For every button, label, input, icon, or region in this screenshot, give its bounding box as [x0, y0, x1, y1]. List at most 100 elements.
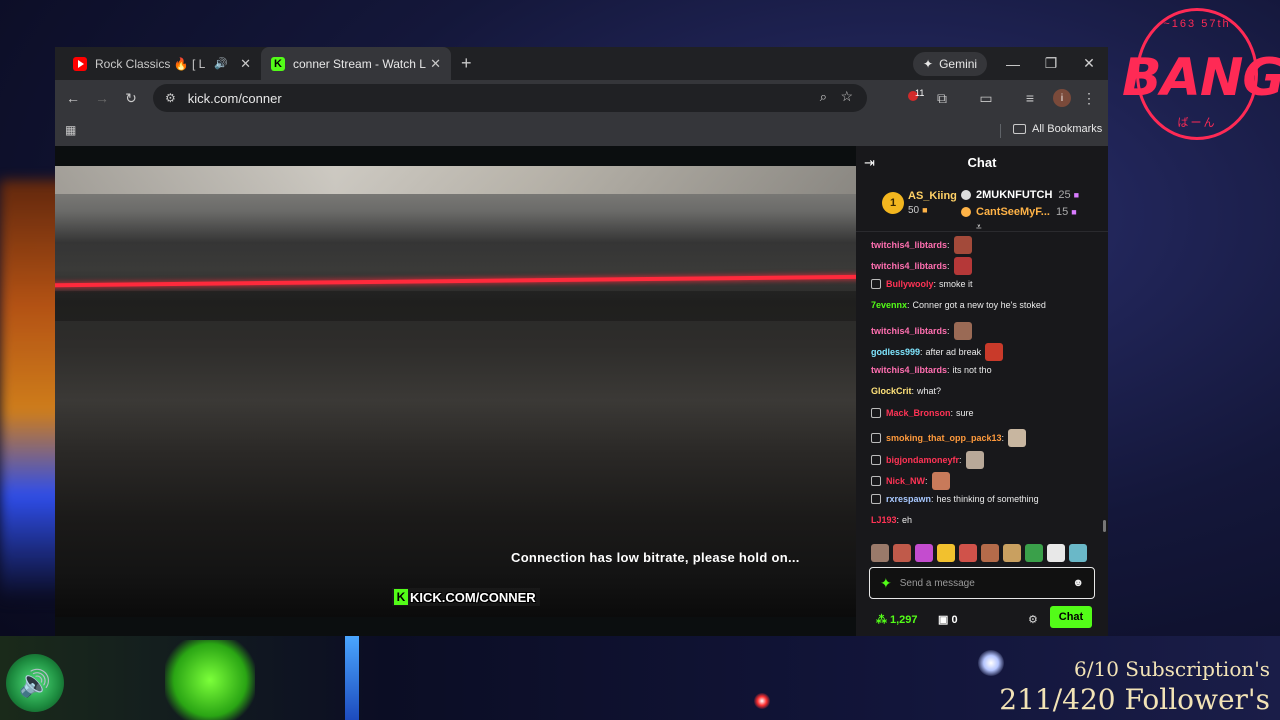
- gemini-icon: ✦: [923, 57, 934, 71]
- chat-username[interactable]: twitchis4_libtards: [871, 365, 947, 375]
- emote-icon[interactable]: [1047, 544, 1065, 562]
- follower-goal: 211/420 Follower's: [999, 683, 1270, 716]
- apps-grid-icon[interactable]: ▦: [65, 123, 76, 137]
- emote-icon[interactable]: [981, 544, 999, 562]
- leader-second-name: 2MUKNFUTCH: [976, 189, 1053, 201]
- emote-icon[interactable]: [871, 544, 889, 562]
- chat-username[interactable]: Mack_Bronson: [886, 408, 951, 418]
- media-controls-icon[interactable]: ≡: [1018, 86, 1042, 110]
- emote-icon[interactable]: [1025, 544, 1043, 562]
- gift-icon: ■: [1073, 190, 1080, 200]
- chat-username[interactable]: Nick_NW: [886, 476, 925, 486]
- bookmark-star-icon[interactable]: ☆: [840, 88, 853, 105]
- leader-second[interactable]: 2MUKNFUTCH 25 ■: [961, 189, 1079, 201]
- video-scene-red-stripe: [55, 274, 856, 288]
- sparkle-icon[interactable]: ✦: [880, 575, 892, 592]
- chat-username[interactable]: twitchis4_libtards: [871, 261, 947, 271]
- leader-third-count: 15: [1055, 206, 1069, 218]
- emoji-icon[interactable]: ☻: [1072, 577, 1084, 589]
- chat-title: Chat: [967, 155, 997, 170]
- emote-icon[interactable]: [893, 544, 911, 562]
- chat-message: GlockCrit: what?: [871, 386, 941, 396]
- chat-username[interactable]: Bullywooly: [886, 279, 934, 289]
- tab-title: conner Stream - Watch Live on: [293, 56, 426, 71]
- kick-icon: K: [394, 589, 408, 605]
- bookmarks-separator: [1000, 124, 1001, 138]
- extension-badge: 11: [915, 88, 925, 98]
- address-bar[interactable]: ⚙ kick.com/conner ⌕ ☆: [153, 84, 867, 112]
- chat-username[interactable]: bigjondamoneyfr: [886, 455, 959, 465]
- emote-icon[interactable]: [937, 544, 955, 562]
- chat-username[interactable]: smoking_that_opp_pack13: [886, 433, 1002, 443]
- chat-separator: :: [947, 326, 950, 336]
- video-player[interactable]: Connection has low bitrate, please hold …: [55, 166, 856, 617]
- gemini-button[interactable]: ✦ Gemini: [913, 52, 988, 76]
- chat-header: ⇥ Chat: [856, 146, 1108, 180]
- logo-text: BANG: [1122, 48, 1280, 108]
- send-chat-button[interactable]: Chat: [1050, 606, 1092, 628]
- tab-bar: Rock Classics 🔥 [ LIVE ] Ti 🔊 ✕ K conner…: [55, 47, 1108, 80]
- leader-first-name[interactable]: AS_Kiing: [908, 190, 957, 202]
- reload-icon[interactable]: ↻: [119, 86, 143, 110]
- chat-message: Nick_NW:: [871, 472, 950, 490]
- chat-panel: ⇥ Chat 1 AS_Kiing 50 ■ 2MUKNFUTCH 25 ■ Can…: [856, 146, 1108, 636]
- profile-avatar[interactable]: i: [1053, 89, 1071, 107]
- logo-top-text: ~163 57th: [1163, 18, 1231, 30]
- chat-username[interactable]: twitchis4_libtards: [871, 326, 947, 336]
- chat-message: LJ193: eh: [871, 515, 912, 525]
- emote-icon[interactable]: [1069, 544, 1087, 562]
- chat-message: twitchis4_libtards: its not tho: [871, 365, 992, 375]
- logo-bottom-text: ばーん: [1177, 117, 1217, 129]
- maximize-icon[interactable]: ❐: [1032, 47, 1070, 80]
- chat-composer: ✦ ☻: [869, 567, 1095, 599]
- chat-text: Conner got a new toy he's stoked: [912, 300, 1046, 310]
- subscriber-badge-icon: [871, 476, 881, 486]
- chat-scrollbar[interactable]: [1103, 520, 1106, 532]
- video-scene-band: [55, 291, 856, 321]
- chat-username[interactable]: rxrespawn: [886, 494, 931, 504]
- chat-settings-icon[interactable]: ⚙: [1028, 613, 1038, 626]
- chat-username[interactable]: twitchis4_libtards: [871, 240, 947, 250]
- expand-leaderboard-icon[interactable]: ⩡: [976, 222, 982, 233]
- forward-icon[interactable]: →: [90, 86, 114, 110]
- close-window-icon[interactable]: ✕: [1070, 47, 1108, 80]
- chat-separator: :: [931, 494, 934, 504]
- chat-input[interactable]: [899, 577, 1050, 589]
- chat-text: what?: [917, 386, 942, 396]
- speaker-icon: 🔊: [6, 654, 64, 712]
- minimize-icon[interactable]: —: [994, 47, 1032, 80]
- emote-icon[interactable]: [959, 544, 977, 562]
- chat-username[interactable]: godless999: [871, 347, 920, 357]
- tab-conner-stream[interactable]: K conner Stream - Watch Live on ✕: [261, 47, 451, 80]
- extensions-icon[interactable]: ⧉: [930, 86, 954, 110]
- chat-username[interactable]: LJ193: [871, 515, 897, 525]
- emote-icon[interactable]: [1003, 544, 1021, 562]
- url-text[interactable]: kick.com/conner: [188, 91, 282, 106]
- site-info-icon[interactable]: ⚙: [165, 91, 176, 105]
- close-tab-icon[interactable]: ✕: [240, 56, 251, 72]
- subscription-goal: 6/10 Subscription's: [1074, 657, 1270, 681]
- subscriber-badge-icon: [871, 279, 881, 289]
- chat-separator: :: [947, 261, 950, 271]
- speaker-icon[interactable]: 🔊: [214, 57, 228, 70]
- leader-third[interactable]: CantSeeMyF... 15 ■: [961, 206, 1077, 218]
- zoom-icon[interactable]: ⌕: [820, 89, 827, 105]
- chat-username[interactable]: 7evennx: [871, 300, 907, 310]
- emote-icon[interactable]: [915, 544, 933, 562]
- chat-separator: :: [925, 476, 928, 486]
- chat-message: Mack_Bronson: sure: [871, 408, 974, 418]
- close-tab-icon[interactable]: ✕: [430, 56, 441, 72]
- back-icon[interactable]: ←: [61, 86, 85, 110]
- gift-count[interactable]: ▣ 0: [938, 613, 958, 626]
- background-blue-light: [345, 636, 359, 720]
- menu-icon[interactable]: ⋮: [1077, 86, 1101, 110]
- cast-icon[interactable]: ▭: [974, 86, 998, 110]
- gift-icon: ■: [922, 205, 928, 215]
- emote-bar: [871, 544, 1097, 564]
- background-neon-light: [165, 640, 255, 720]
- all-bookmarks-button[interactable]: All Bookmarks: [1013, 123, 1102, 135]
- chat-username[interactable]: GlockCrit: [871, 386, 912, 396]
- channel-points[interactable]: ⁂ 1,297: [876, 613, 918, 626]
- new-tab-button[interactable]: +: [461, 53, 472, 74]
- tab-rock-classics[interactable]: Rock Classics 🔥 [ LIVE ] Ti 🔊 ✕: [63, 47, 261, 80]
